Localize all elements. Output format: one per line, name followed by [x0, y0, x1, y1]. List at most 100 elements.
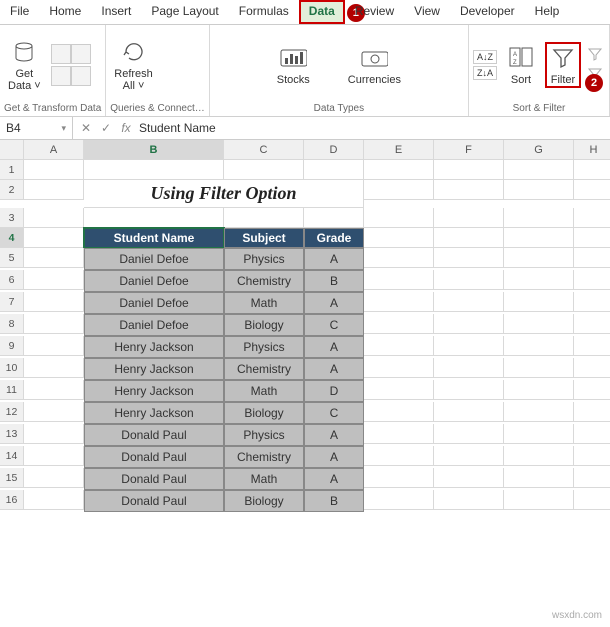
cell-F7[interactable] [434, 292, 504, 312]
cell-G13[interactable] [504, 424, 574, 444]
table-cell[interactable]: A [304, 248, 364, 270]
cell-G2[interactable] [504, 180, 574, 200]
table-cell[interactable]: Donald Paul [84, 468, 224, 490]
get-data-button[interactable]: Get Data ˅ [4, 36, 45, 94]
cell-H9[interactable] [574, 336, 610, 356]
table-cell[interactable]: Daniel Defoe [84, 292, 224, 314]
table-cell[interactable]: Henry Jackson [84, 380, 224, 402]
cell-E14[interactable] [364, 446, 434, 466]
cell-F14[interactable] [434, 446, 504, 466]
name-box[interactable]: B4 ▾ [0, 117, 73, 139]
cell-A7[interactable] [24, 292, 84, 312]
col-header-H[interactable]: H [574, 140, 610, 160]
cell-E7[interactable] [364, 292, 434, 312]
cell-E12[interactable] [364, 402, 434, 422]
cell-G14[interactable] [504, 446, 574, 466]
cell-F6[interactable] [434, 270, 504, 290]
cell-H3[interactable] [574, 208, 610, 228]
table-header-1[interactable]: Subject [224, 228, 304, 248]
row-header-7[interactable]: 7 [0, 292, 24, 312]
row-header-2[interactable]: 2 [0, 180, 24, 200]
cell-F3[interactable] [434, 208, 504, 228]
cell-G11[interactable] [504, 380, 574, 400]
get-data-small-icons[interactable] [51, 44, 89, 86]
table-cell[interactable]: Physics [224, 248, 304, 270]
select-all-corner[interactable] [0, 140, 24, 160]
sort-button[interactable]: AZ Sort [503, 42, 539, 88]
cell-G7[interactable] [504, 292, 574, 312]
cell-E15[interactable] [364, 468, 434, 488]
cell-F4[interactable] [434, 228, 504, 248]
table-cell[interactable]: Math [224, 468, 304, 490]
enter-icon[interactable]: ✓ [99, 121, 113, 135]
cell-E16[interactable] [364, 490, 434, 510]
cell-A12[interactable] [24, 402, 84, 422]
table-cell[interactable]: D [304, 380, 364, 402]
currencies-button[interactable]: Currencies [344, 42, 405, 88]
cell-F8[interactable] [434, 314, 504, 334]
cell-H7[interactable] [574, 292, 610, 312]
cell-A15[interactable] [24, 468, 84, 488]
row-header-12[interactable]: 12 [0, 402, 24, 422]
row-header-1[interactable]: 1 [0, 160, 24, 180]
table-cell[interactable]: Chemistry [224, 358, 304, 380]
cell-E3[interactable] [364, 208, 434, 228]
row-header-16[interactable]: 16 [0, 490, 24, 510]
table-cell[interactable]: Chemistry [224, 270, 304, 292]
row-header-9[interactable]: 9 [0, 336, 24, 356]
cell-E5[interactable] [364, 248, 434, 268]
cell-G5[interactable] [504, 248, 574, 268]
cell-G3[interactable] [504, 208, 574, 228]
table-cell[interactable]: C [304, 314, 364, 336]
sort-asc-button[interactable]: A↓Z [473, 50, 497, 64]
cell-G10[interactable] [504, 358, 574, 378]
col-header-G[interactable]: G [504, 140, 574, 160]
table-header-0[interactable]: Student Name [84, 228, 224, 248]
cell-D1[interactable] [304, 160, 364, 180]
col-header-C[interactable]: C [224, 140, 304, 160]
table-cell[interactable]: Math [224, 292, 304, 314]
cell-E2[interactable] [364, 180, 434, 200]
cell-H2[interactable] [574, 180, 610, 200]
cell-F16[interactable] [434, 490, 504, 510]
table-cell[interactable]: Henry Jackson [84, 402, 224, 424]
cell-H13[interactable] [574, 424, 610, 444]
cell-B1[interactable] [84, 160, 224, 180]
row-header-13[interactable]: 13 [0, 424, 24, 444]
cell-A13[interactable] [24, 424, 84, 444]
menu-data[interactable]: Data 1 [299, 0, 345, 24]
table-cell[interactable]: Daniel Defoe [84, 314, 224, 336]
menu-formulas[interactable]: Formulas [229, 0, 299, 24]
cell-H16[interactable] [574, 490, 610, 510]
cell-G12[interactable] [504, 402, 574, 422]
cell-A9[interactable] [24, 336, 84, 356]
menu-view[interactable]: View [404, 0, 450, 24]
refresh-all-button[interactable]: Refresh All ˅ [110, 36, 157, 94]
cell-A5[interactable] [24, 248, 84, 268]
col-header-B[interactable]: B [84, 140, 224, 160]
menu-home[interactable]: Home [39, 0, 91, 24]
cell-A2[interactable] [24, 180, 84, 200]
table-cell[interactable]: B [304, 490, 364, 512]
cell-A4[interactable] [24, 228, 84, 248]
table-cell[interactable]: Donald Paul [84, 424, 224, 446]
cell-E11[interactable] [364, 380, 434, 400]
cell-A3[interactable] [24, 208, 84, 228]
cell-E10[interactable] [364, 358, 434, 378]
cell-H5[interactable] [574, 248, 610, 268]
row-header-8[interactable]: 8 [0, 314, 24, 334]
cancel-icon[interactable]: ✕ [79, 121, 93, 135]
table-cell[interactable]: Henry Jackson [84, 336, 224, 358]
stocks-button[interactable]: Stocks [273, 42, 314, 88]
table-cell[interactable]: Chemistry [224, 446, 304, 468]
cell-A16[interactable] [24, 490, 84, 510]
cell-H8[interactable] [574, 314, 610, 334]
table-cell[interactable]: Biology [224, 490, 304, 512]
sort-desc-button[interactable]: Z↓A [473, 66, 497, 80]
cell-E1[interactable] [364, 160, 434, 180]
table-cell[interactable]: Math [224, 380, 304, 402]
cell-G15[interactable] [504, 468, 574, 488]
cell-F1[interactable] [434, 160, 504, 180]
cell-A14[interactable] [24, 446, 84, 466]
table-cell[interactable]: A [304, 468, 364, 490]
